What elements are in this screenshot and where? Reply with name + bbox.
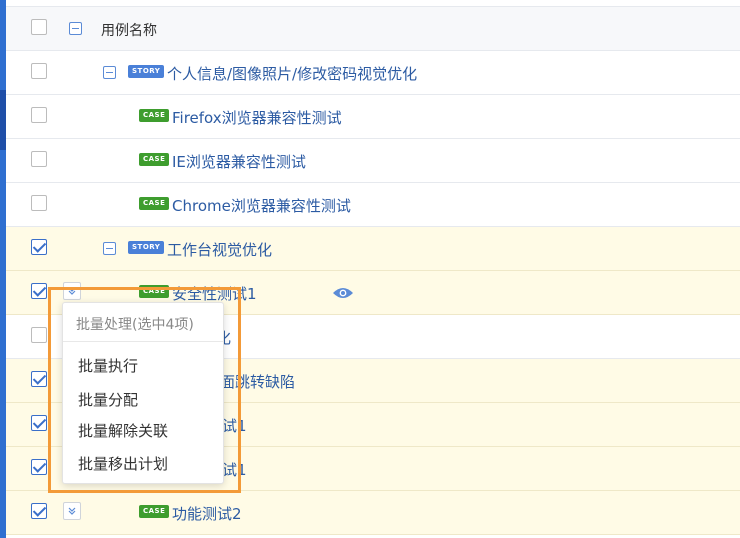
- story-badge: STORY: [128, 241, 165, 254]
- row-label[interactable]: 个人信息/图像照片/修改密码视觉优化: [167, 63, 417, 84]
- row-label[interactable]: Firefox浏览器兼容性测试: [172, 107, 342, 128]
- row-checkbox[interactable]: [31, 327, 47, 343]
- collapse-all-icon[interactable]: [69, 22, 82, 35]
- column-header-case-name: 用例名称: [101, 23, 157, 39]
- chevron-down-icon: [68, 507, 76, 515]
- row-checkbox[interactable]: [31, 415, 47, 431]
- collapse-icon[interactable]: [103, 242, 116, 255]
- table-row[interactable]: CASE Chrome浏览器兼容性测试: [6, 183, 740, 227]
- row-checkbox[interactable]: [31, 371, 47, 387]
- row-checkbox[interactable]: [31, 195, 47, 211]
- row-checkbox[interactable]: [31, 107, 47, 123]
- row-checkbox[interactable]: [31, 63, 47, 79]
- table-row[interactable]: CASE IE浏览器兼容性测试: [6, 139, 740, 183]
- row-label[interactable]: 功能测试2: [172, 503, 242, 524]
- row-label[interactable]: 工作台视觉优化: [167, 239, 272, 260]
- row-checkbox[interactable]: [31, 283, 47, 299]
- case-badge: CASE: [139, 153, 170, 166]
- row-label[interactable]: IE浏览器兼容性测试: [172, 151, 306, 172]
- case-badge: CASE: [139, 197, 170, 210]
- table-row[interactable]: STORY 个人信息/图像照片/修改密码视觉优化: [6, 51, 740, 95]
- table-row[interactable]: STORY 工作台视觉优化: [6, 227, 740, 271]
- select-all-checkbox[interactable]: [31, 19, 47, 35]
- case-badge: CASE: [139, 505, 170, 518]
- row-label[interactable]: Chrome浏览器兼容性测试: [172, 195, 351, 216]
- table-header: 用例名称: [6, 6, 740, 51]
- story-badge: STORY: [128, 65, 165, 78]
- row-checkbox[interactable]: [31, 239, 47, 255]
- case-badge: CASE: [139, 109, 170, 122]
- row-checkbox[interactable]: [31, 503, 47, 519]
- row-checkbox[interactable]: [31, 151, 47, 167]
- table-row[interactable]: CASE Firefox浏览器兼容性测试: [6, 95, 740, 139]
- row-checkbox[interactable]: [31, 459, 47, 475]
- table-row[interactable]: CASE 功能测试2: [6, 491, 740, 535]
- eye-icon[interactable]: [332, 285, 354, 304]
- collapse-icon[interactable]: [103, 66, 116, 79]
- batch-menu-button[interactable]: [63, 502, 81, 520]
- highlight-box: [48, 287, 241, 493]
